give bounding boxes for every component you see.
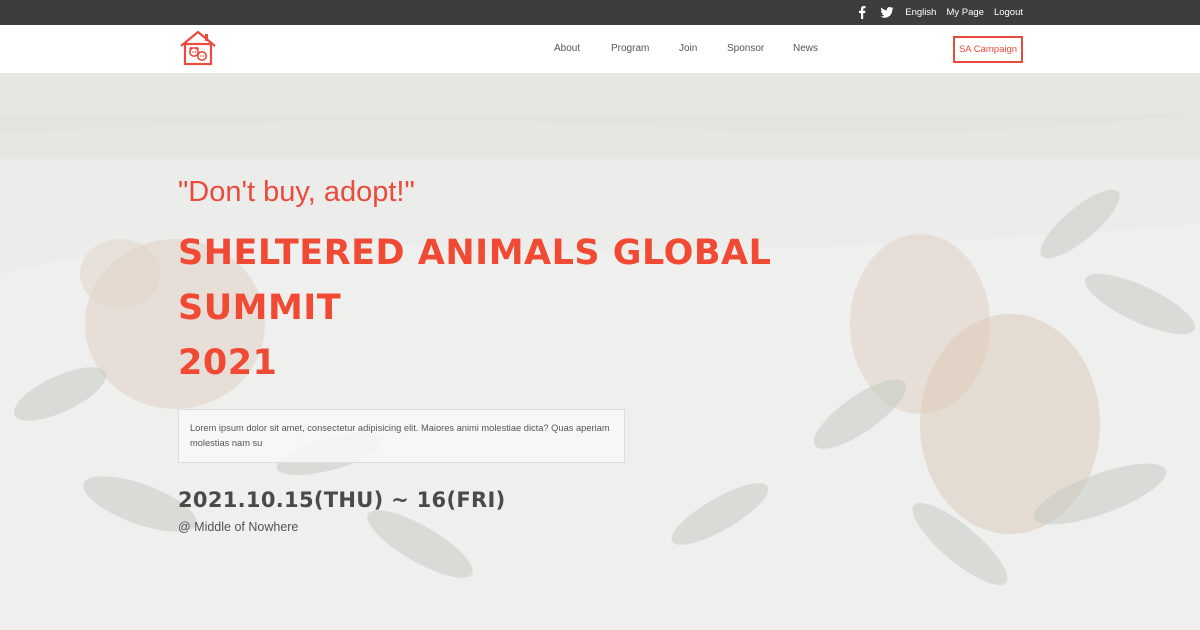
hero-lead-text: Lorem ipsum dolor sit amet, consectetur …	[178, 409, 625, 463]
event-venue: @ Middle of Nowhere	[178, 520, 299, 534]
language-link[interactable]: English	[905, 7, 936, 18]
nav-item-join[interactable]: Join	[679, 43, 697, 54]
pet-house-logo[interactable]	[178, 28, 218, 68]
headline-line: SUMMIT	[178, 288, 342, 328]
event-date: 2021.10.15(THU) ~ 16(FRI)	[178, 488, 506, 512]
nav-item-about[interactable]: About	[554, 43, 580, 54]
my-page-link[interactable]: My Page	[946, 7, 984, 18]
headline-line: 2021	[178, 343, 278, 383]
hero-tagline: "Don't buy, adopt!"	[178, 176, 415, 208]
logout-link[interactable]: Logout	[994, 7, 1023, 18]
nav-item-sponsor[interactable]: Sponsor	[727, 43, 764, 54]
nav-item-program[interactable]: Program	[611, 43, 649, 54]
headline-line: SHELTERED ANIMALS GLOBAL	[178, 233, 772, 273]
sa-campaign-button[interactable]: SA Campaign	[953, 36, 1023, 63]
twitter-icon[interactable]	[880, 0, 896, 25]
main-navbar: About Program Join Sponsor News SA Campa…	[0, 25, 1200, 74]
facebook-icon[interactable]	[858, 0, 870, 25]
hero-headline: SHELTERED ANIMALS GLOBAL SUMMIT 2021	[178, 226, 818, 391]
top-utility-bar: English My Page Logout	[0, 0, 1200, 25]
nav-item-news[interactable]: News	[793, 43, 818, 54]
utility-links: English My Page Logout	[905, 0, 1023, 25]
hero-section: "Don't buy, adopt!" SHELTERED ANIMALS GL…	[0, 74, 1200, 630]
